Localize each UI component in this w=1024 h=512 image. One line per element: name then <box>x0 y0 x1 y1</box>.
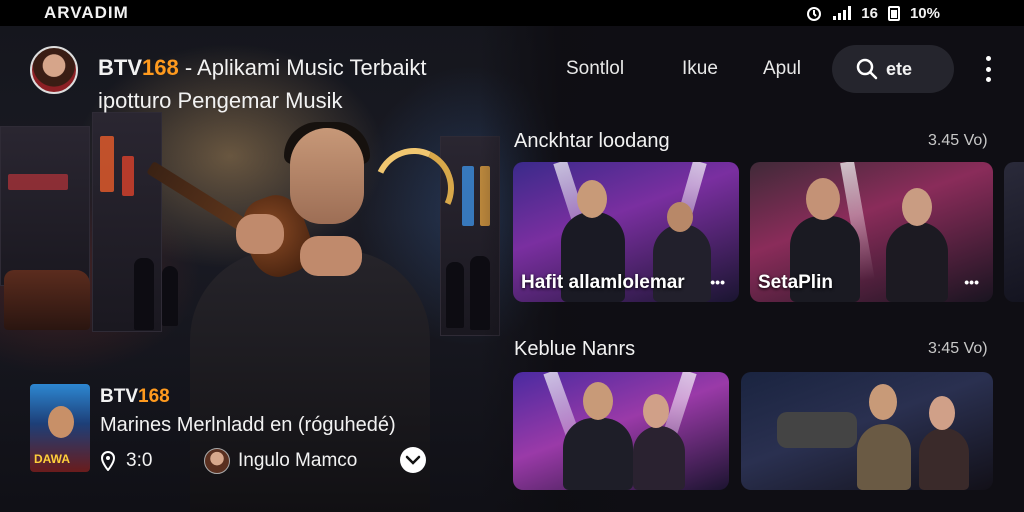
performer-figure <box>583 382 613 420</box>
performer-figure <box>643 394 669 428</box>
brand-number: 168 <box>142 55 179 80</box>
performer-figure <box>869 384 897 420</box>
alarm-icon <box>807 7 822 21</box>
music-card[interactable] <box>741 372 993 490</box>
card-title: SetaPlin <box>758 272 833 293</box>
section-title: Anckhtar loodang <box>514 130 670 152</box>
neon-sign <box>122 156 134 196</box>
car <box>4 270 90 330</box>
nav-item-0[interactable]: Sontlol <box>566 46 624 92</box>
app-title: BTV168 - Aplikami Music Terbaikt <box>98 55 427 81</box>
card-more-icon[interactable]: ••• <box>710 274 725 290</box>
more-menu-icon[interactable] <box>982 56 994 82</box>
performer-figure <box>929 396 955 430</box>
performer-figure <box>667 202 693 232</box>
performer-figure <box>577 180 607 218</box>
card-title: Hafit allamlolemar <box>521 272 685 293</box>
performer-hand <box>300 236 362 276</box>
neon-sign <box>100 136 114 192</box>
section-title: Keblue Nanrs <box>514 338 636 360</box>
now-playing-brand: BTV168 <box>100 386 170 408</box>
performer-figure <box>902 188 932 226</box>
performer-hand <box>236 214 284 254</box>
network-indicator: 16 <box>861 4 878 22</box>
artist-name: Ingulo Mamco <box>238 450 358 471</box>
now-playing-artist[interactable]: Ingulo Mamco <box>204 448 357 474</box>
silhouette <box>162 266 178 326</box>
search-label: ete <box>886 58 913 79</box>
performer-figure <box>563 418 633 490</box>
title-text: - Aplikami Music Terbaikt <box>178 55 427 80</box>
brand-prefix: BTV <box>98 55 142 80</box>
section-more-link[interactable]: 3.45 Vo) <box>928 132 988 150</box>
now-playing-artwork[interactable]: DAWA <box>30 384 90 472</box>
now-playing-count: 3:0 <box>100 450 152 472</box>
app-subtitle: ipotturo Pengemar Musik <box>98 88 343 113</box>
silhouette <box>134 258 154 330</box>
count-value: 3:0 <box>126 450 153 471</box>
music-card[interactable] <box>513 372 729 490</box>
status-bar: ARVADIM 16 10% <box>0 0 1024 26</box>
search-button[interactable]: ete <box>832 45 954 93</box>
performer-figure <box>886 222 948 302</box>
artist-avatar <box>204 448 230 474</box>
section-more-link[interactable]: 3:45 Vo) <box>928 340 988 358</box>
now-playing-track: Marines Merlnladd en (róguhedé) <box>100 414 396 436</box>
silhouette <box>446 262 464 328</box>
battery-icon <box>887 5 900 21</box>
signal-icon <box>833 6 852 20</box>
performer-head <box>290 128 364 224</box>
card-more-icon[interactable]: ••• <box>964 274 979 290</box>
performer-figure <box>633 426 685 490</box>
status-time: ARVADIM <box>44 3 129 22</box>
nav-item-2[interactable]: Apul <box>763 46 801 92</box>
artwork-text: DAWA <box>34 452 70 466</box>
expand-button[interactable] <box>400 447 426 473</box>
car-figure <box>777 412 857 448</box>
chevron-down-icon <box>405 455 421 465</box>
battery-level: 10% <box>909 4 940 22</box>
performer-figure <box>806 178 840 220</box>
location-pin-icon <box>100 451 116 471</box>
music-card-partial[interactable] <box>1004 162 1024 302</box>
performer-figure <box>857 424 911 490</box>
building <box>0 126 90 286</box>
status-indicators: 16 10% <box>805 4 940 22</box>
neon-sign <box>462 166 474 226</box>
neon-sign <box>8 174 68 190</box>
np-brand-number: 168 <box>138 386 170 407</box>
search-icon <box>856 58 878 80</box>
performer-figure <box>919 428 969 490</box>
music-card[interactable]: Hafit allamlolemar ••• <box>513 162 739 302</box>
nav-item-1[interactable]: Ikue <box>682 46 718 92</box>
user-avatar[interactable] <box>30 46 78 94</box>
music-card[interactable]: SetaPlin ••• <box>750 162 993 302</box>
np-brand-prefix: BTV <box>100 386 138 407</box>
